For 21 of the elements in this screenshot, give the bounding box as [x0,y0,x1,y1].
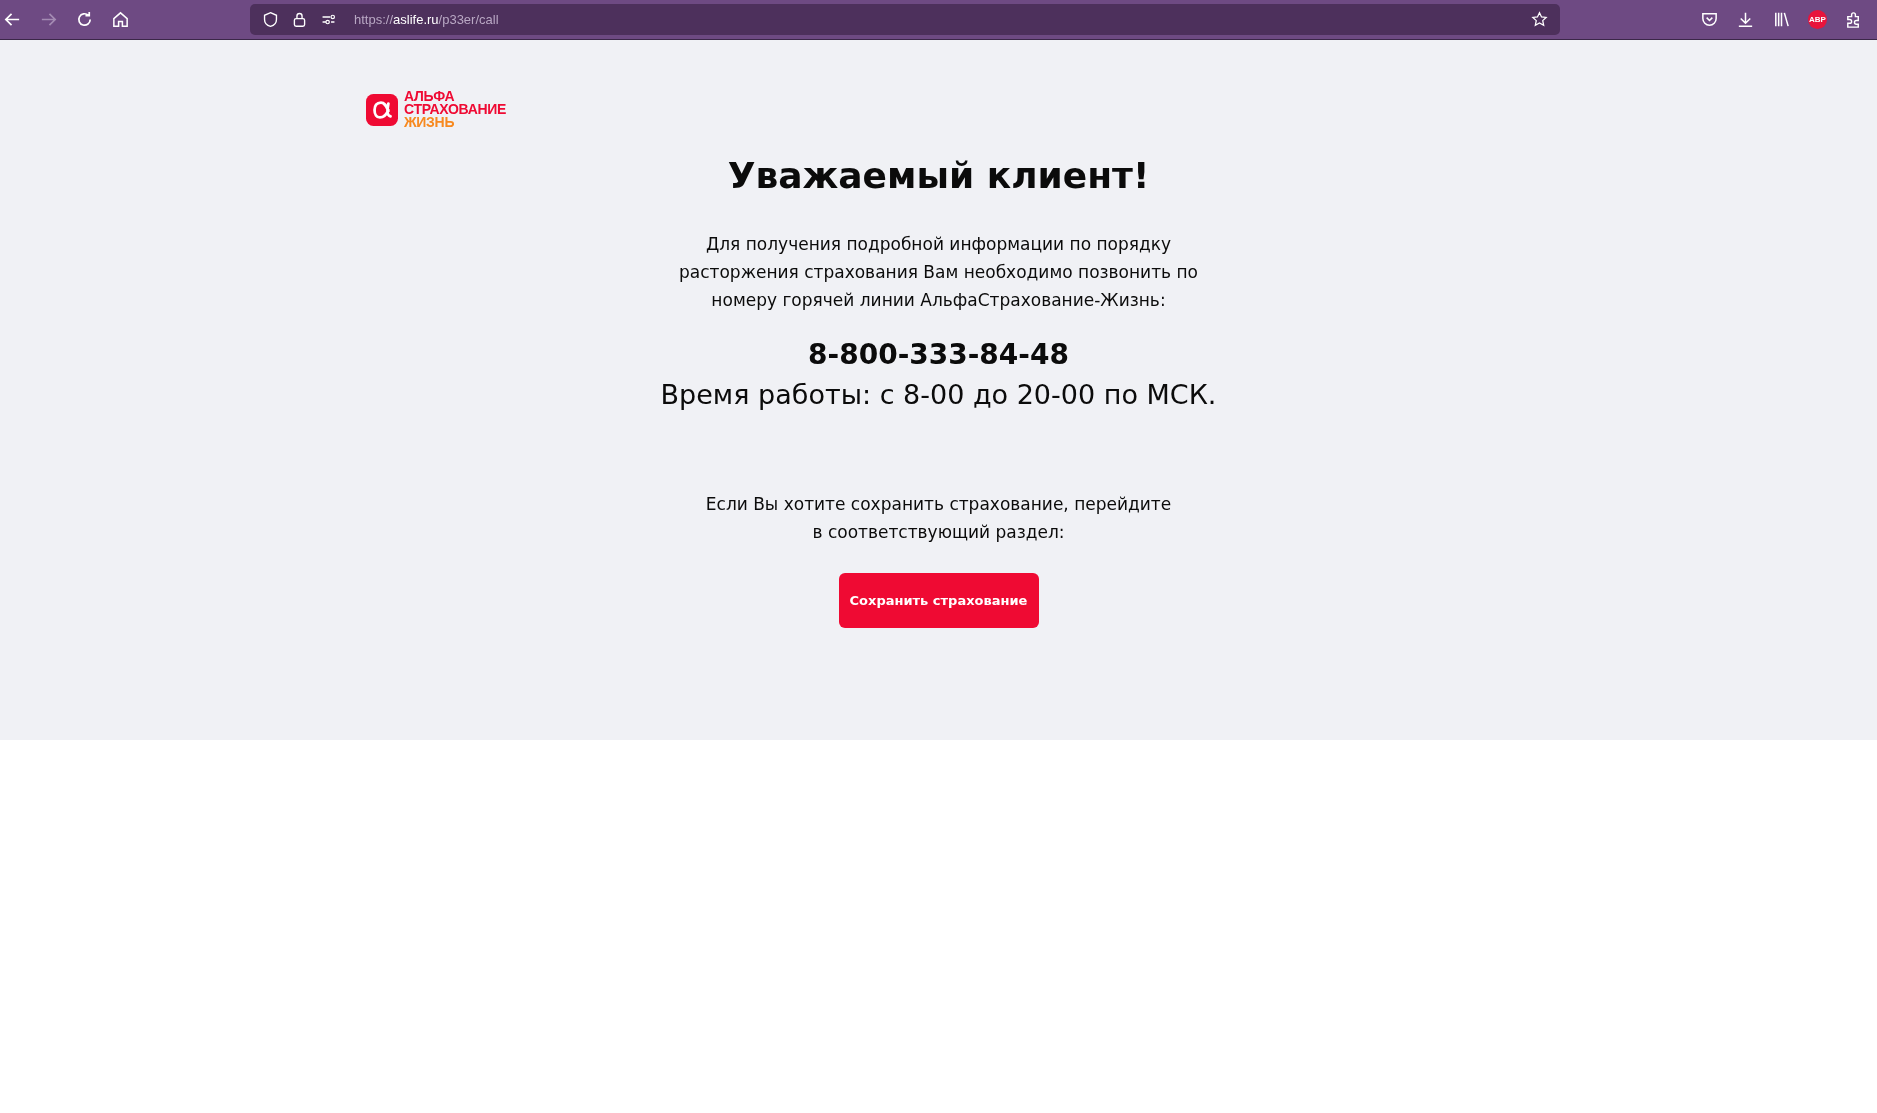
star-icon[interactable] [1531,11,1548,28]
home-icon[interactable] [111,10,130,29]
info-paragraph: Для получения подробной информации по порядку расторжения страхования Вам необходимо позвонить по номеру горячей линии АльфаСтрахование-Жизнь: [678,233,1199,312]
logo-text: СТРАХОВАНИЕ [404,103,507,116]
alpha-logo-icon [366,93,398,126]
reload-icon[interactable] [75,10,94,29]
page-heading: Уважаемый клиент! [727,155,1150,196]
adblock-badge[interactable]: ABP [1808,10,1827,29]
working-hours: Время работы: с 8-00 до 20-00 по МСК. [660,379,1217,410]
pocket-icon[interactable] [1700,10,1719,29]
lock-icon[interactable] [291,11,308,28]
library-icon[interactable] [1772,10,1791,29]
logo-text: АЛЬФА [404,90,456,103]
url-text[interactable]: https://aslife.ru/p33er/call [354,12,499,27]
address-bar[interactable]: https://aslife.ru/p33er/call [250,4,1560,35]
shield-icon[interactable] [262,11,279,28]
phone-number: 8-800-333-84-48 [808,338,1069,371]
save-insurance-text: Если Вы хотите сохранить страхование, перейдите в соответствующий раздел: [704,493,1173,544]
logo-text: ЖИЗНЬ [404,116,456,129]
download-icon[interactable] [1736,10,1755,29]
save-insurance-button[interactable]: Сохранить страхование [838,573,1039,628]
